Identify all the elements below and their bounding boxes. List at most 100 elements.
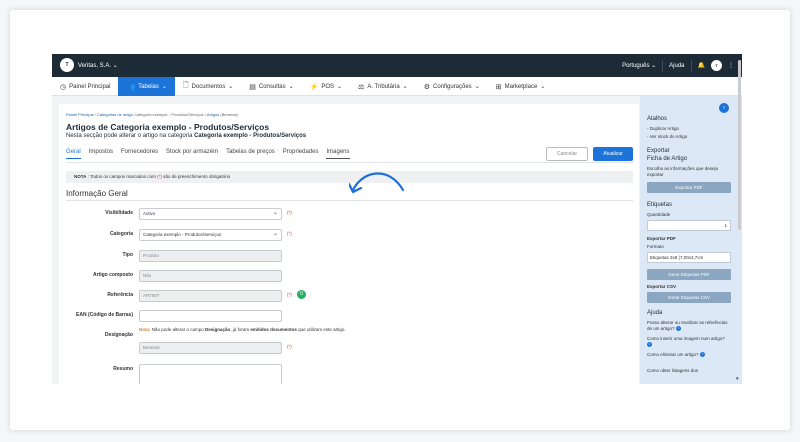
form-panel: Painel Principal / Categorias de artigo … — [59, 104, 639, 384]
company-selector[interactable]: Veritas, S.A. ⌄ — [78, 62, 118, 69]
breadcrumb-link[interactable]: Artigos — [207, 112, 219, 117]
tab-fornecedores[interactable]: Fornecedores — [121, 149, 158, 159]
cancel-button[interactable]: Cancelar — [546, 147, 588, 161]
chevron-down-icon: ⌄ — [337, 84, 343, 90]
visibilidade-label: Visibilidade — [105, 210, 133, 216]
users-icon: 👥 — [126, 83, 136, 91]
nav-label: Tabelas — [138, 83, 159, 90]
formato-select[interactable]: Etiquetas 3x8 (7,00x3,7cm — [647, 252, 731, 263]
exportar-description: Escolha as informações que deseja export… — [647, 166, 719, 177]
help-question-1[interactable]: Posso alterar ou reutilizar as referênci… — [647, 320, 731, 332]
duplicar-link[interactable]: - Duplicar Artigo — [647, 126, 731, 132]
nav-marketplace[interactable]: ⊞ Marketplace ⌄ — [488, 77, 554, 96]
company-logo: T — [60, 58, 74, 72]
divider — [66, 200, 633, 201]
gear-icon: ⚙ — [423, 83, 430, 91]
help-question-text: Como eliminar um artigo? — [647, 352, 699, 357]
nav-documentos[interactable]: 🗋 Documentos ⌄ — [175, 77, 241, 96]
collapse-sidebar-icon[interactable]: › — [719, 103, 729, 113]
scale-icon: ⚖ — [358, 83, 365, 91]
quantidade-input[interactable]: 1 — [647, 220, 731, 231]
nav-label: Documentos — [191, 83, 226, 90]
exportar-pdf-subheading: Exportar PDF — [647, 236, 676, 241]
nav-pos[interactable]: ⚡ POS ⌄ — [302, 77, 350, 96]
note-prefix: NOTA — [74, 174, 87, 179]
chevron-down-icon: ⌄ — [228, 84, 234, 90]
nav-tabelas[interactable]: 👥 Tabelas ⌄ — [118, 77, 175, 96]
help-question-4[interactable]: Como obter listagens dos — [647, 368, 731, 374]
ajuda-heading: Ajuda — [647, 310, 663, 316]
breadcrumb-link[interactable]: Painel Principal — [66, 112, 94, 117]
artigo-composto-label: Artigo composto — [93, 272, 133, 278]
divider — [66, 162, 633, 163]
dashboard-icon: ◷ — [60, 83, 67, 91]
tab-impostos[interactable]: Impostos — [89, 149, 113, 159]
subtitle-category: Categoria exemplo - Produtos/Serviços — [194, 133, 307, 139]
right-sidebar: › Atalhos - Duplicar Artigo - Ver stock … — [640, 96, 742, 384]
nav-consultas[interactable]: ▤ Consultas ⌄ — [241, 77, 301, 96]
app-window: T Veritas, S.A. ⌄ Português ⌄ Ajuda 🔔 T … — [52, 54, 742, 384]
nav-painel-principal[interactable]: ◷ Painel Principal — [52, 77, 118, 96]
exportar-csv-subheading: Exportar CSV — [647, 284, 677, 289]
generate-csv-labels-button[interactable]: Gerar Etiquetas CSV — [647, 292, 731, 303]
help-link[interactable]: Ajuda — [669, 63, 684, 69]
breadcrumb-link[interactable]: Categoria exemplo - Produtos/Serviços — [134, 112, 204, 117]
language-selector[interactable]: Português ⌄ — [622, 62, 656, 69]
pos-icon: ⚡ — [309, 83, 319, 91]
tab-imagens[interactable]: Imagens — [326, 149, 350, 159]
tab-geral[interactable]: Geral — [66, 149, 81, 159]
exportar-heading: Exportar — [647, 148, 670, 154]
scroll-down-icon[interactable]: ▾ — [736, 376, 739, 382]
list-icon: ▤ — [249, 83, 256, 91]
breadcrumb-link[interactable]: Categorias de artigo — [97, 112, 133, 117]
tab-stock-armazem[interactable]: Stock por armazém — [166, 149, 218, 159]
subtitle-text: Nesta secção pode alterar o artigo na ca… — [66, 133, 195, 139]
ean-input[interactable] — [139, 310, 282, 322]
tipo-field: Produto — [139, 250, 282, 262]
scrollbar[interactable] — [738, 60, 741, 230]
nav-configuracoes[interactable]: ⚙ Configurações ⌄ — [416, 77, 488, 96]
document-icon: 🗋 — [182, 82, 189, 89]
chevron-down-icon: ⌄ — [540, 84, 546, 90]
required-mark: (*) — [287, 292, 292, 297]
warning-bold: emitidos documentos — [250, 327, 297, 332]
resumo-textarea[interactable] — [139, 364, 282, 384]
tab-propriedades[interactable]: Propriedades — [283, 149, 319, 159]
update-button[interactable]: Atualizar — [593, 147, 633, 161]
avatar[interactable]: T — [711, 60, 722, 71]
tipo-label: Tipo — [122, 252, 133, 258]
chevron-down-icon: ⌄ — [651, 63, 657, 69]
bell-icon[interactable]: 🔔 — [698, 62, 705, 69]
note-text: : Todos os campos marcados com — [86, 174, 158, 179]
designacao-label: Designação — [104, 332, 133, 338]
help-question-3[interactable]: Como eliminar um artigo? i — [647, 352, 731, 358]
note-text: são de preenchimento obrigatório — [161, 174, 231, 179]
chevron-down-icon: ⌄ — [161, 84, 167, 90]
ver-stock-link[interactable]: - Ver stock do Artigo — [647, 134, 731, 140]
quantidade-label: Quantidade — [647, 212, 671, 217]
designacao-field: Beneras — [139, 342, 282, 354]
help-question-2[interactable]: Como inserir uma imagem num artigo? i — [647, 336, 731, 348]
atalhos-heading: Atalhos — [647, 116, 668, 122]
visibilidade-select[interactable]: Activo — [139, 208, 282, 220]
nav-label: Consultas — [258, 83, 286, 90]
more-icon[interactable]: ⋮ — [728, 62, 734, 69]
ean-label: EAN (Código de Barras) — [76, 312, 133, 318]
nav-a-tributaria[interactable]: ⚖ A. Tributária ⌄ — [350, 77, 416, 96]
referencia-field: ART007 — [139, 290, 282, 302]
required-mark: (*) — [287, 344, 292, 349]
info-icon: i — [699, 352, 705, 358]
required-mark: (*) — [287, 231, 292, 236]
tab-tabelas-precos[interactable]: Tabelas de preços — [226, 149, 275, 159]
chevron-down-icon: ⌄ — [402, 84, 408, 90]
divider — [690, 59, 692, 72]
categoria-label: Categoria — [109, 231, 133, 237]
nav-label: A. Tributária — [367, 83, 400, 90]
help-question-text: Posso alterar ou reutilizar as referênci… — [647, 320, 728, 331]
info-badge[interactable]: 0 — [297, 290, 306, 299]
export-pdf-button[interactable]: Exportar PDF — [647, 182, 731, 193]
generate-pdf-labels-button[interactable]: Gerar Etiquetas PDF — [647, 269, 731, 280]
chevron-down-icon: ⌄ — [474, 84, 480, 90]
company-name: Veritas, S.A. — [78, 63, 112, 69]
categoria-select[interactable]: Categoria exemplo - Produtos/Serviços — [139, 229, 282, 241]
